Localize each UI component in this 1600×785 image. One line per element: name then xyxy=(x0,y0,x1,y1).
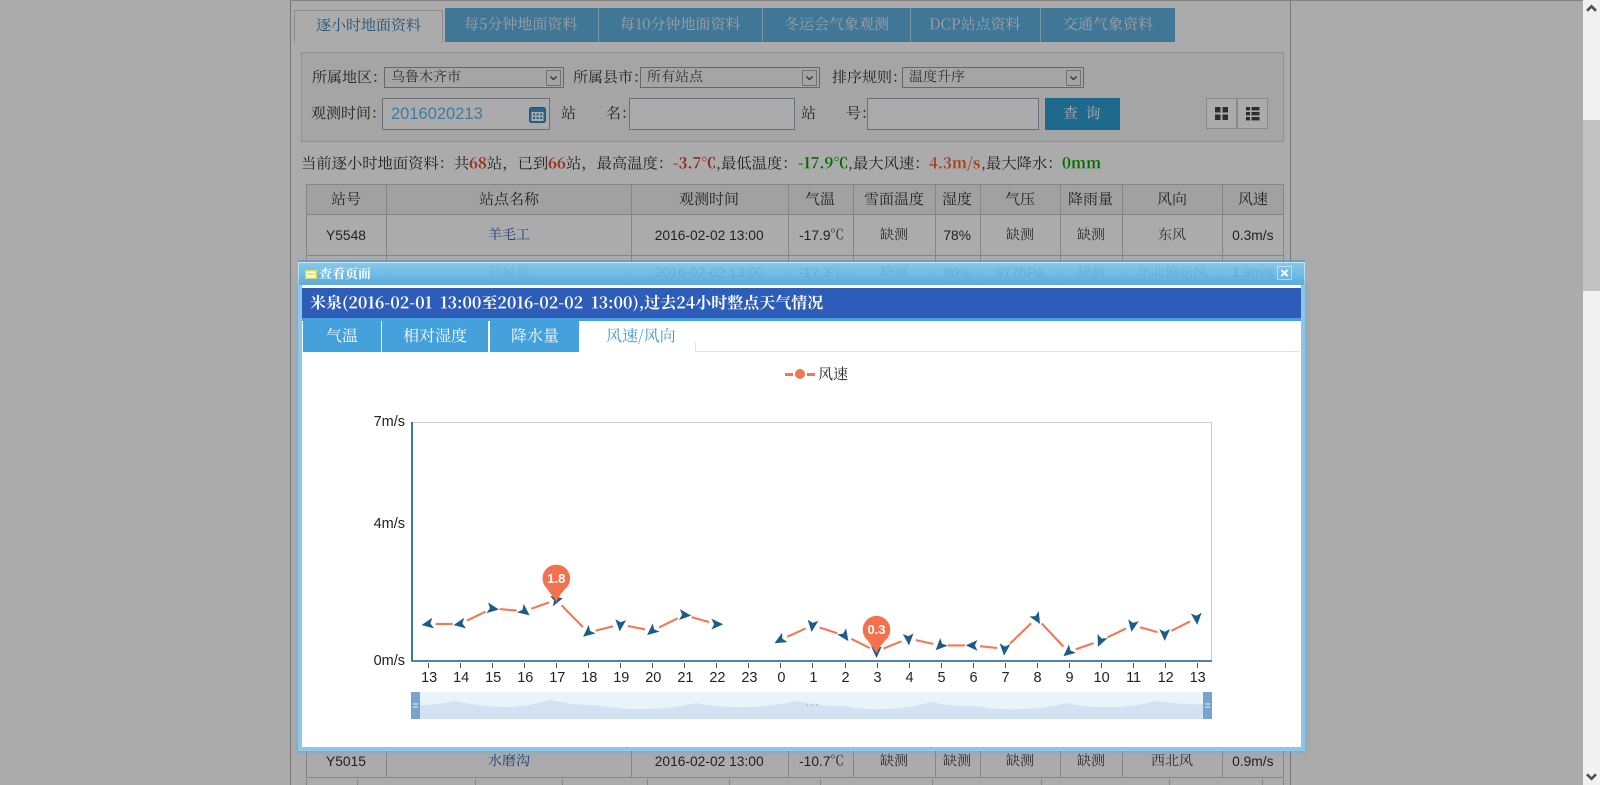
svg-text:0.3: 0.3 xyxy=(867,622,885,637)
svg-text:1.8: 1.8 xyxy=(547,571,565,586)
